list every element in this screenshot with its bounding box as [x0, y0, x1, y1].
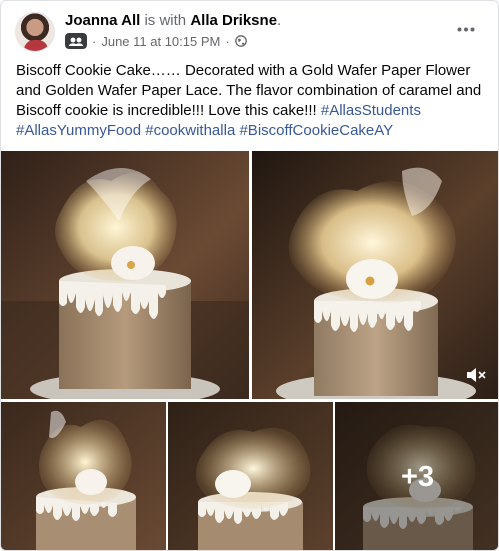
post-card: Joanna All is with Alla Driksne. · June … — [0, 0, 499, 551]
post-author-line: Joanna All is with Alla Driksne. — [65, 12, 281, 30]
group-badge-icon[interactable] — [65, 33, 87, 49]
hashtag-cookwithalla[interactable]: #cookwithalla — [145, 122, 235, 139]
tagged-suffix: . — [277, 12, 282, 29]
cake-photo-1[interactable] — [1, 151, 249, 399]
globe-icon[interactable] — [234, 35, 247, 47]
speaker-muted-icon[interactable] — [464, 363, 488, 387]
post-meta: · June 11 at 10:15 PM · — [65, 32, 247, 50]
cake-photo-3[interactable] — [1, 402, 166, 550]
hashtag-biscoffcookiecakeay[interactable]: #BiscoffCookieCakeAY — [239, 122, 393, 139]
more-photos-count: +3 — [400, 460, 435, 493]
hashtag-allasstudents[interactable]: #AllasStudents — [321, 102, 421, 119]
photo-grid: +3 — [1, 151, 498, 550]
post-timestamp[interactable]: June 11 at 10:15 PM — [101, 34, 220, 49]
cake-photo-2[interactable] — [252, 151, 498, 399]
author-avatar[interactable] — [15, 12, 55, 52]
hashtag-allasyummyfood[interactable]: #AllasYummyFood — [16, 122, 141, 139]
with-text: is with — [144, 12, 187, 29]
meta-separator-2: · — [225, 33, 230, 49]
meta-separator: · — [92, 33, 97, 49]
cake-photo-4[interactable] — [168, 402, 333, 550]
author-name[interactable]: Joanna All — [65, 12, 140, 29]
post-text: Biscoff Cookie Cake…… Decorated with a G… — [16, 61, 486, 141]
ellipsis-icon[interactable] — [452, 17, 480, 41]
tagged-name[interactable]: Alla Driksne — [190, 12, 277, 29]
cake-photo-5[interactable]: +3 — [335, 402, 498, 550]
post-header: Joanna All is with Alla Driksne. · June … — [1, 1, 498, 59]
more-photos-overlay[interactable]: +3 — [335, 402, 498, 550]
avatar-shirt — [24, 40, 48, 51]
